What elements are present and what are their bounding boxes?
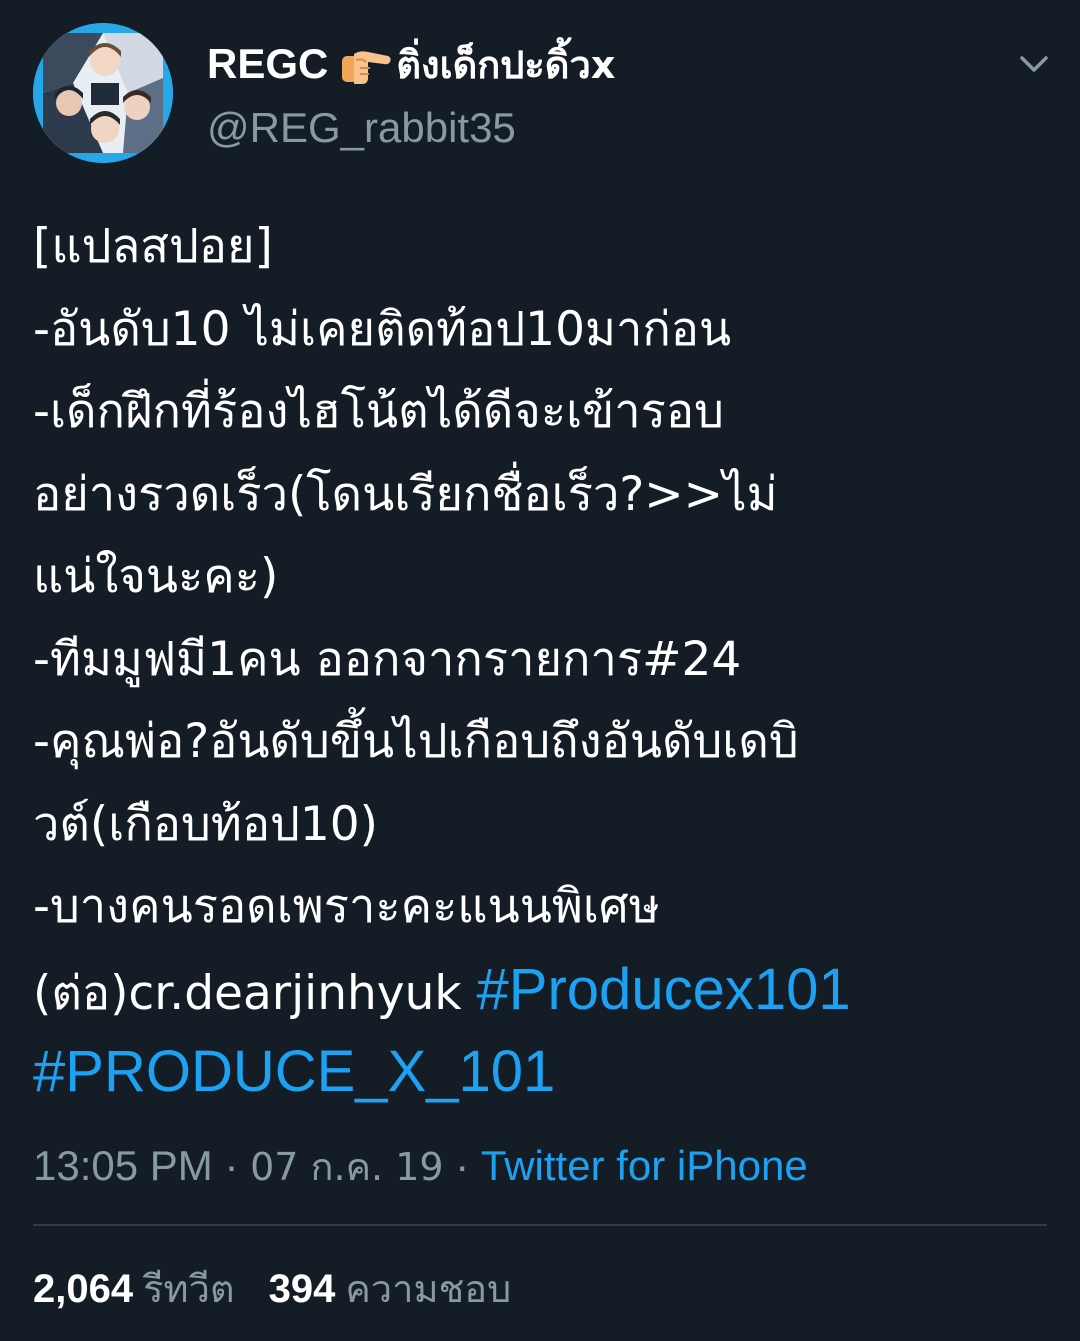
- avatar[interactable]: [33, 23, 173, 163]
- hashtag-link-produce-x-101[interactable]: #PRODUCE_X_101: [33, 1039, 555, 1104]
- avatar-collage-image: [33, 23, 173, 163]
- tweet-line: อย่างรวดเร็ว(โดนเรียกชื่อเร็ว?>>ไม่: [33, 466, 778, 522]
- tweet-line: -บางคนรอดเพราะคะแนนพิเศษ: [33, 879, 660, 934]
- tweet-metadata: 13:05 PM · 07 ก.ค. 19 · Twitter for iPho…: [33, 1136, 808, 1197]
- likes-stat[interactable]: 394 ความชอบ: [269, 1258, 512, 1319]
- author-handle[interactable]: @REG_rabbit35: [207, 104, 516, 152]
- tweet-line-credit: (ต่อ)cr.dearjinhyuk #Producex101: [33, 949, 1063, 1032]
- meta-separator: ·: [443, 1142, 481, 1189]
- tweet-line: แน่ใจนะคะ): [33, 549, 279, 604]
- tweet-time: 13:05 PM: [33, 1142, 213, 1189]
- retweets-label: รีทวีต: [143, 1267, 235, 1311]
- tweet-text: [แปลสปอย] -อันดับ10 ไม่เคยติดท้อป10มาก่อ…: [33, 206, 1063, 1114]
- likes-label: ความชอบ: [345, 1267, 512, 1311]
- author-display-name-suffix[interactable]: ติ่งเด็กปะดิ้วx: [396, 34, 615, 95]
- credit-text: (ต่อ)cr.dearjinhyuk: [33, 965, 477, 1021]
- tweet-line-hashtag: #PRODUCE_X_101: [33, 1031, 1063, 1114]
- author-display-name[interactable]: REGC: [207, 40, 328, 88]
- tweet-detail: REGC ติ่งเด็กปะดิ้วx @REG_rabbit35 [แปลส…: [0, 0, 1080, 1341]
- tweet-line: [แปลสปอย]: [33, 219, 273, 274]
- chevron-down-icon[interactable]: [1014, 44, 1054, 84]
- meta-separator: ·: [212, 1142, 251, 1189]
- tweet-line: วต์(เกือบท้อป10): [33, 796, 379, 852]
- tweet-line: -เด็กฝึกที่ร้องไฮโน้ตได้ดีจะเข้ารอบ: [33, 384, 724, 439]
- tweet-line: -คุณพ่อ?อันดับขึ้นไปเกือบถึงอันดับเดบิ: [33, 714, 799, 769]
- retweets-stat[interactable]: 2,064 รีทวีต: [33, 1258, 235, 1319]
- tweet-date: 07 ก.ค. 19: [250, 1145, 444, 1189]
- likes-count: 394: [268, 1267, 336, 1311]
- tweet-stats: 2,064 รีทวีต 394 ความชอบ: [33, 1258, 511, 1319]
- pointing-right-emoji-icon: [342, 51, 392, 84]
- tweet-line: -อันดับ10 ไม่เคยติดท้อป10มาก่อน: [33, 301, 732, 357]
- tweet-source-link[interactable]: Twitter for iPhone: [481, 1142, 808, 1189]
- tweet-line: -ทีมมูฟมี1คน ออกจากรายการ#24: [33, 631, 742, 687]
- retweets-count: 2,064: [33, 1267, 134, 1311]
- divider: [33, 1224, 1047, 1226]
- hashtag-link-producex101[interactable]: #Producex101: [477, 957, 851, 1022]
- author-name-row[interactable]: REGC ติ่งเด็กปะดิ้วx: [207, 34, 615, 94]
